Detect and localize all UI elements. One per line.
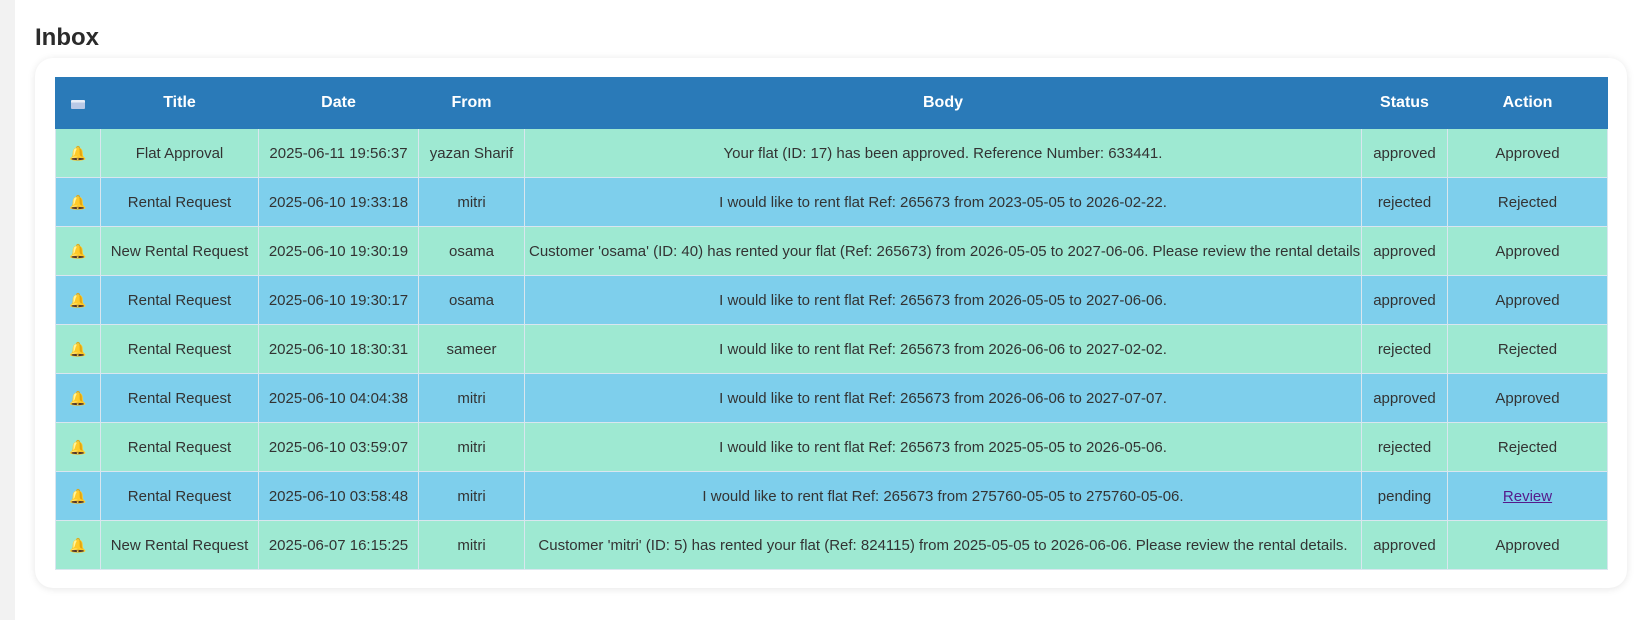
cell-body: I would like to rent flat Ref: 265673 fr… [524,422,1362,472]
cell-action: Approved [1447,226,1608,276]
column-header-date: Date [258,77,419,129]
row-icon-cell: 🔔 [55,177,101,227]
cell-title: Rental Request [100,177,259,227]
review-link[interactable]: Review [1503,488,1552,505]
table-row: 🔔 New Rental Request 2025-06-07 16:15:25… [55,520,1608,570]
page-title: Inbox [35,24,99,51]
cell-action: Rejected [1447,324,1608,374]
cell-body: I would like to rent flat Ref: 265673 fr… [524,177,1362,227]
cell-status: approved [1361,275,1448,325]
inbox-table: Title Date From Body Status Action 🔔 Fla… [55,77,1608,570]
row-icon-cell: 🔔 [55,275,101,325]
cell-title: Flat Approval [100,128,259,178]
cell-action: Approved [1447,275,1608,325]
cell-action: Approved [1447,520,1608,570]
bell-icon: 🔔 [69,242,87,259]
cell-action: Approved [1447,373,1608,423]
cell-title: Rental Request [100,275,259,325]
column-header-action: Action [1447,77,1608,129]
column-header-status: Status [1361,77,1448,129]
cell-from: mitri [418,373,525,423]
table-row: 🔔 Rental Request 2025-06-10 03:59:07 mit… [55,422,1608,472]
table-row: 🔔 Rental Request 2025-06-10 19:30:17 osa… [55,275,1608,325]
cell-from: osama [418,275,525,325]
cell-body: Customer 'mitri' (ID: 5) has rented your… [524,520,1362,570]
cell-body: I would like to rent flat Ref: 265673 fr… [524,373,1362,423]
cell-body: I would like to rent flat Ref: 265673 fr… [524,275,1362,325]
cell-action: Rejected [1447,422,1608,472]
cell-from: mitri [418,177,525,227]
cell-from: mitri [418,422,525,472]
column-header-from: From [418,77,525,129]
bell-icon: 🔔 [69,487,87,504]
cell-date: 2025-06-10 19:33:18 [258,177,419,227]
cell-from: sameer [418,324,525,374]
row-icon-cell: 🔔 [55,324,101,374]
cell-body: I would like to rent flat Ref: 265673 fr… [524,324,1362,374]
cell-status: approved [1361,520,1448,570]
bell-icon: 🔔 [69,291,87,308]
cell-action: Rejected [1447,177,1608,227]
cell-date: 2025-06-10 03:59:07 [258,422,419,472]
cell-date: 2025-06-10 19:30:19 [258,226,419,276]
bell-icon: 🔔 [69,144,87,161]
table-row: 🔔 Rental Request 2025-06-10 04:04:38 mit… [55,373,1608,423]
cell-status: approved [1361,373,1448,423]
main-content: Inbox Title Date From Body Status Action… [15,0,1646,620]
cell-body: I would like to rent flat Ref: 265673 fr… [524,471,1362,521]
column-header-body: Body [524,77,1362,129]
table-row: 🔔 Rental Request 2025-06-10 19:33:18 mit… [55,177,1608,227]
cell-title: New Rental Request [100,520,259,570]
row-icon-cell: 🔔 [55,373,101,423]
bell-icon: 🔔 [69,389,87,406]
table-row: 🔔 Flat Approval 2025-06-11 19:56:37 yaza… [55,128,1608,178]
cell-date: 2025-06-10 18:30:31 [258,324,419,374]
mail-icon [71,100,85,110]
cell-status: approved [1361,128,1448,178]
row-icon-cell: 🔔 [55,471,101,521]
cell-date: 2025-06-10 03:58:48 [258,471,419,521]
bell-icon: 🔔 [69,438,87,455]
cell-status: rejected [1361,324,1448,374]
cell-date: 2025-06-07 16:15:25 [258,520,419,570]
row-icon-cell: 🔔 [55,128,101,178]
bell-icon: 🔔 [69,536,87,553]
bell-icon: 🔔 [69,340,87,357]
column-header-title: Title [100,77,259,129]
cell-status: pending [1361,471,1448,521]
cell-date: 2025-06-10 04:04:38 [258,373,419,423]
cell-body: Customer 'osama' (ID: 40) has rented you… [524,226,1362,276]
table-header-row: Title Date From Body Status Action [55,77,1608,129]
table-row: 🔔 Rental Request 2025-06-10 18:30:31 sam… [55,324,1608,374]
cell-title: Rental Request [100,471,259,521]
bell-icon: 🔔 [69,193,87,210]
cell-from: mitri [418,520,525,570]
column-header-icon [55,77,101,129]
inbox-card: Title Date From Body Status Action 🔔 Fla… [35,58,1627,588]
row-icon-cell: 🔔 [55,226,101,276]
cell-status: rejected [1361,422,1448,472]
cell-from: mitri [418,471,525,521]
cell-status: rejected [1361,177,1448,227]
cell-title: Rental Request [100,324,259,374]
table-row: 🔔 Rental Request 2025-06-10 03:58:48 mit… [55,471,1608,521]
cell-from: osama [418,226,525,276]
cell-title: Rental Request [100,422,259,472]
cell-status: approved [1361,226,1448,276]
cell-title: Rental Request [100,373,259,423]
cell-date: 2025-06-10 19:30:17 [258,275,419,325]
row-icon-cell: 🔔 [55,422,101,472]
cell-action: Review [1447,471,1608,521]
cell-date: 2025-06-11 19:56:37 [258,128,419,178]
table-row: 🔔 New Rental Request 2025-06-10 19:30:19… [55,226,1608,276]
cell-action: Approved [1447,128,1608,178]
cell-title: New Rental Request [100,226,259,276]
cell-body: Your flat (ID: 17) has been approved. Re… [524,128,1362,178]
row-icon-cell: 🔔 [55,520,101,570]
cell-from: yazan Sharif [418,128,525,178]
